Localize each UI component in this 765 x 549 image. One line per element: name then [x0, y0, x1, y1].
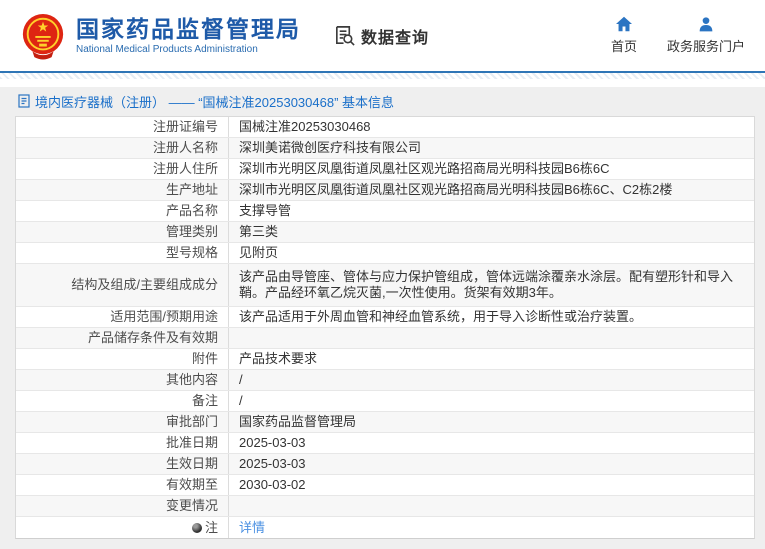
table-row: 生产地址 深圳市光明区凤凰街道凤凰社区观光路招商局光明科技园B6栋6C、C2栋2…: [16, 180, 754, 201]
row-value: 深圳美诺微创医疗科技有限公司: [239, 140, 422, 155]
row-label: 产品储存条件及有效期: [16, 328, 229, 348]
row-value: [229, 496, 754, 516]
logo-text: 国家药品监督管理局 National Medical Products Admi…: [76, 16, 301, 55]
row-value: 2030-03-02: [239, 477, 306, 492]
row-label: 管理类别: [16, 222, 229, 242]
row-label: 生产地址: [16, 180, 229, 200]
table-row: 型号规格 见附页: [16, 243, 754, 264]
row-label: 注: [16, 517, 229, 538]
row-value: 该产品适用于外周血管和神经血管系统，用于导入诊断性或治疗装置。: [239, 309, 643, 324]
row-value: 深圳市光明区凤凰街道凤凰社区观光路招商局光明科技园B6栋6C: [239, 161, 610, 176]
table-row: 结构及组成/主要组成成分 该产品由导管座、管体与应力保护管组成，管体远端涂覆亲水…: [16, 264, 754, 307]
note-label: 注: [204, 519, 218, 535]
table-row: 适用范围/预期用途 该产品适用于外周血管和神经血管系统，用于导入诊断性或治疗装置…: [16, 307, 754, 328]
row-value: 详情: [229, 517, 754, 538]
table-row: 注册证编号 国械注准20253030468: [16, 117, 754, 138]
table-row: 附件 产品技术要求: [16, 349, 754, 370]
row-label: 审批部门: [16, 412, 229, 432]
top-nav: 首页 政务服务门户: [611, 16, 751, 55]
row-label: 批准日期: [16, 433, 229, 453]
home-icon: [615, 16, 632, 32]
row-label: 注册人住所: [16, 159, 229, 179]
nav-portal-label: 政务服务门户: [666, 39, 745, 54]
data-query-label: 数据查询: [361, 29, 430, 47]
page-content: 境内医疗器械（注册） —— “国械注准20253030468” 基本信息 注册证…: [0, 87, 765, 549]
table-row: 注册人名称 深圳美诺微创医疗科技有限公司: [16, 138, 754, 159]
nav-item-portal[interactable]: 政务服务门户: [667, 16, 745, 55]
row-value: 国械注准20253030468: [239, 119, 371, 134]
row-label: 附件: [16, 349, 229, 369]
row-label: 其他内容: [16, 370, 229, 390]
table-row: 有效期至 2030-03-02: [16, 475, 754, 496]
breadcrumb: 境内医疗器械（注册） —— “国械注准20253030468” 基本信息: [0, 87, 765, 116]
row-value: 产品技术要求: [239, 351, 318, 366]
row-label: 注册人名称: [16, 138, 229, 158]
row-value: 2025-03-03: [239, 456, 306, 471]
table-row: 备注 /: [16, 391, 754, 412]
table-row: 注册人住所 深圳市光明区凤凰街道凤凰社区观光路招商局光明科技园B6栋6C: [16, 159, 754, 180]
row-label: 生效日期: [16, 454, 229, 474]
row-value: 国家药品监督管理局: [239, 414, 357, 429]
data-query-entry[interactable]: 数据查询: [333, 24, 429, 48]
row-label: 产品名称: [16, 201, 229, 221]
breadcrumb-text: 境内医疗器械（注册） —— “国械注准20253030468” 基本信息: [35, 95, 395, 110]
site-subtitle: National Medical Products Administration: [76, 44, 258, 55]
table-row: 产品名称 支撑导管: [16, 201, 754, 222]
detail-link[interactable]: 详情: [239, 520, 265, 536]
table-row: 产品储存条件及有效期: [16, 328, 754, 349]
row-label: 变更情况: [16, 496, 229, 516]
row-label: 注册证编号: [16, 117, 229, 137]
registration-info-table: 注册证编号 国械注准20253030468 注册人名称 深圳美诺微创医疗科技有限…: [15, 116, 755, 539]
table-row: 变更情况: [16, 496, 754, 517]
row-value: 第三类: [239, 224, 279, 239]
row-label: 结构及组成/主要组成成分: [16, 264, 229, 306]
row-label: 型号规格: [16, 243, 229, 263]
decorative-hatch-band: [0, 73, 765, 87]
table-row: 管理类别 第三类: [16, 222, 754, 243]
site-title: 国家药品监督管理局: [76, 16, 301, 42]
row-value: /: [239, 372, 243, 387]
national-emblem-icon: [22, 13, 64, 59]
table-row: 批准日期 2025-03-03: [16, 433, 754, 454]
row-value: 2025-03-03: [239, 435, 306, 450]
row-value: 深圳市光明区凤凰街道凤凰社区观光路招商局光明科技园B6栋6C、C2栋2楼: [239, 182, 673, 197]
table-row: 审批部门 国家药品监督管理局: [16, 412, 754, 433]
row-label: 适用范围/预期用途: [16, 307, 229, 327]
nav-item-home[interactable]: 首页: [611, 16, 637, 55]
note-dot-icon: [191, 522, 202, 533]
row-value: /: [239, 393, 243, 408]
document-magnifier-icon: [336, 26, 355, 46]
document-icon: [18, 94, 30, 108]
row-value: [229, 328, 754, 348]
row-value: 见附页: [239, 245, 279, 260]
row-value: 该产品由导管座、管体与应力保护管组成，管体远端涂覆亲水涂层。配有塑形针和导入鞘。…: [239, 269, 734, 300]
site-logo[interactable]: 国家药品监督管理局 National Medical Products Admi…: [20, 12, 301, 60]
user-icon: [699, 17, 713, 32]
table-row: 其他内容 /: [16, 370, 754, 391]
row-value: 支撑导管: [239, 203, 292, 218]
site-header: 国家药品监督管理局 National Medical Products Admi…: [0, 0, 765, 71]
nav-home-label: 首页: [610, 39, 637, 54]
table-row-note: 注 详情: [16, 517, 754, 538]
row-label: 有效期至: [16, 475, 229, 495]
table-row: 生效日期 2025-03-03: [16, 454, 754, 475]
row-label: 备注: [16, 391, 229, 411]
